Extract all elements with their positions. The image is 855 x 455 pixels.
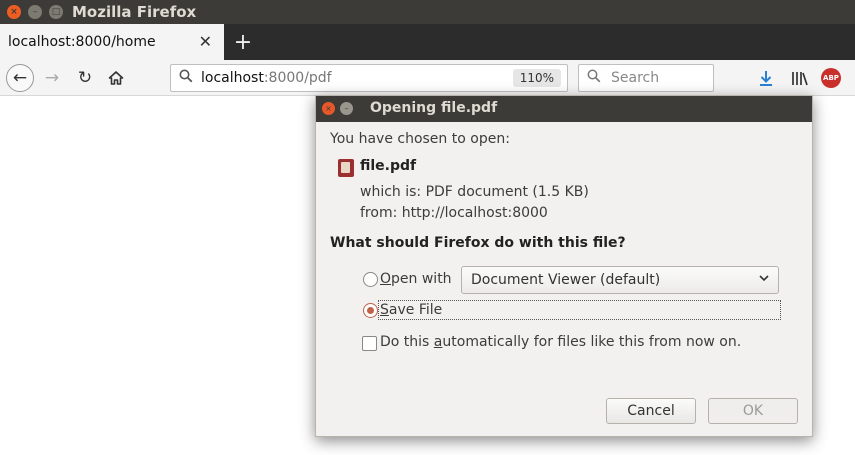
tab-close-icon[interactable]: ✕	[199, 32, 212, 51]
search-icon	[179, 69, 193, 87]
cancel-button[interactable]: Cancel	[606, 398, 696, 424]
url-host: localhost	[201, 70, 264, 86]
window-titlebar: × – □ Mozilla Firefox	[0, 0, 855, 24]
zoom-level-button[interactable]: 110%	[512, 69, 561, 87]
home-icon[interactable]	[102, 64, 130, 92]
chevron-down-icon	[758, 272, 770, 287]
dialog-intro: You have chosen to open:	[330, 131, 510, 147]
open-with-app-select[interactable]: Document Viewer (default)	[461, 266, 779, 294]
forward-arrow-icon[interactable]: →	[38, 64, 66, 92]
file-source: from: http://localhost:8000	[360, 205, 548, 221]
dialog-minimize-icon[interactable]: –	[340, 102, 353, 115]
reload-icon[interactable]: ↻	[71, 64, 99, 92]
file-type: which is: PDF document (1.5 KB)	[360, 184, 589, 200]
save-file-radio[interactable]	[363, 303, 378, 318]
url-bar[interactable]: localhost :8000/pdf 110%	[170, 64, 568, 92]
download-icon[interactable]	[755, 66, 777, 90]
open-with-app-value: Document Viewer (default)	[471, 272, 661, 288]
save-file-label[interactable]: Save File	[380, 302, 442, 318]
search-icon	[587, 69, 601, 87]
opening-file-dialog: × – Opening file.pdf You have chosen to …	[315, 95, 813, 437]
window-close-button[interactable]: ×	[7, 5, 21, 19]
new-tab-button[interactable]: +	[231, 28, 255, 56]
action-question: What should Firefox do with this file?	[330, 235, 626, 251]
library-icon[interactable]	[789, 66, 811, 90]
open-with-label[interactable]: Open with	[380, 271, 452, 287]
file-name: file.pdf	[360, 158, 417, 174]
dialog-close-icon[interactable]: ×	[322, 102, 335, 115]
pdf-file-icon	[338, 159, 354, 177]
navigation-toolbar: ← → ↻ localhost :8000/pdf 110% Search AB…	[0, 60, 855, 96]
search-placeholder: Search	[611, 70, 660, 86]
back-arrow-icon[interactable]: ←	[6, 64, 34, 92]
ok-button[interactable]: OK	[708, 398, 798, 424]
tab-localhost-home[interactable]: localhost:8000/home ✕	[0, 24, 224, 60]
url-path: :8000/pdf	[263, 70, 332, 86]
adblock-plus-icon[interactable]: ABP	[821, 68, 841, 88]
dialog-title: Opening file.pdf	[370, 100, 498, 116]
window-title: Mozilla Firefox	[72, 3, 197, 21]
window-maximize-button[interactable]: □	[49, 5, 63, 19]
open-with-radio[interactable]	[363, 272, 378, 287]
search-input[interactable]: Search	[578, 64, 714, 92]
tab-title: localhost:8000/home	[8, 34, 156, 50]
auto-action-label[interactable]: Do this automatically for files like thi…	[380, 334, 741, 350]
tab-bar: localhost:8000/home ✕ +	[0, 24, 855, 60]
auto-action-checkbox[interactable]	[362, 336, 377, 351]
dialog-titlebar: × – Opening file.pdf	[316, 96, 812, 122]
window-minimize-button[interactable]: –	[28, 5, 42, 19]
